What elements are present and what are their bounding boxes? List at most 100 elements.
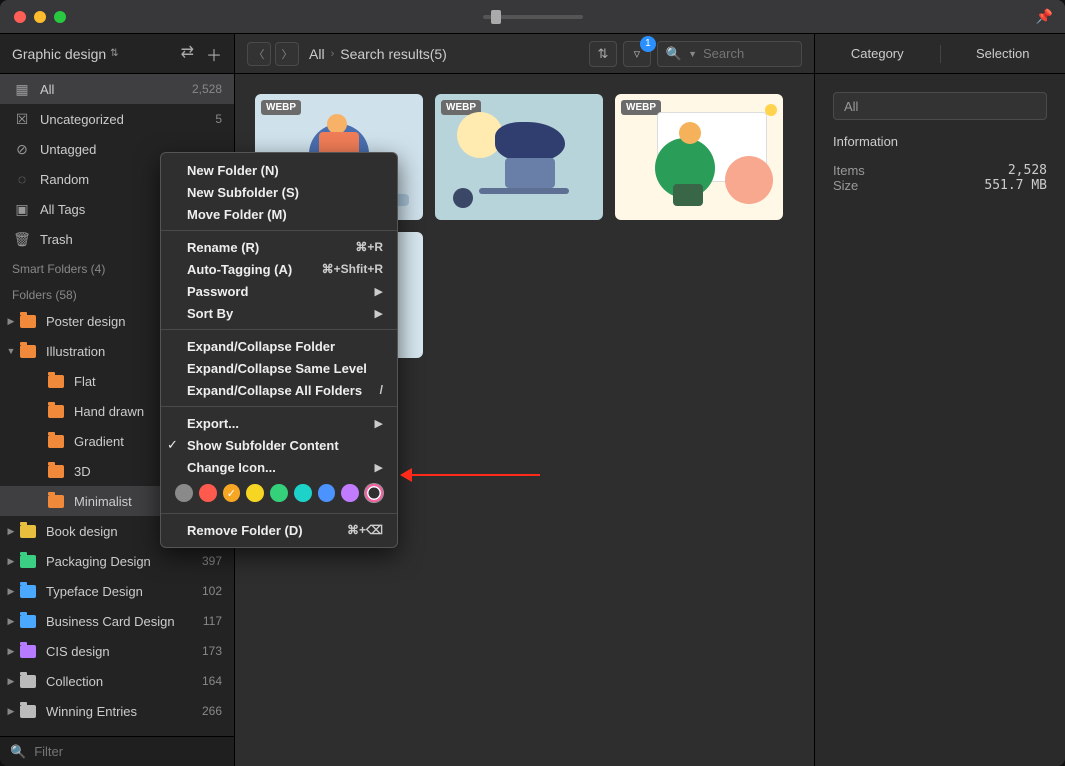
info-row-size: Size551.7 MB (833, 178, 1047, 193)
menu-shortcut: ⌘+⌫ (347, 523, 383, 537)
sidebar-filter-input[interactable] (34, 744, 224, 759)
color-swatch[interactable] (294, 484, 312, 502)
toolbar: 〈 〉 All › Search results(5) ⇅ ▿1 🔍 ▼ (235, 34, 814, 74)
details-filter-placeholder: All (844, 99, 858, 114)
color-swatch[interactable] (365, 484, 383, 502)
box-icon: ☒ (14, 111, 30, 127)
menu-item-expand-collapse-same-level[interactable]: Expand/Collapse Same Level (161, 357, 397, 379)
pin-icon[interactable]: 📌 (1036, 8, 1053, 25)
menu-item-show-subfolder-content[interactable]: ✓ Show Subfolder Content (161, 434, 397, 456)
folder-count: 117 (203, 614, 222, 628)
menu-item-password[interactable]: Password ▶ (161, 280, 397, 302)
menu-item-rename-r[interactable]: Rename (R)⌘+R (161, 236, 397, 258)
search-icon: 🔍 (10, 744, 26, 760)
disclosure-icon[interactable]: ▶ (6, 556, 16, 567)
menu-item-new-subfolder-s[interactable]: New Subfolder (S) (161, 181, 397, 203)
disclosure-icon[interactable]: ▶ (6, 316, 16, 327)
menu-item-auto-tagging-a[interactable]: Auto-Tagging (A)⌘+Shfit+R (161, 258, 397, 280)
menu-item-export[interactable]: Export...▶ (161, 412, 397, 434)
menu-item-remove-folder-d[interactable]: Remove Folder (D)⌘+⌫ (161, 519, 397, 541)
chevron-right-icon: › (331, 48, 335, 60)
add-icon[interactable]: ＋ (206, 42, 222, 66)
menu-item-expand-collapse-folder[interactable]: Expand/Collapse Folder (161, 335, 397, 357)
disclosure-icon[interactable]: ▶ (6, 646, 16, 657)
disclosure-icon[interactable]: ▶ (6, 706, 16, 717)
sidebar-item-label: Uncategorized (40, 112, 205, 127)
folder-icon (20, 705, 36, 718)
folder-cis-design[interactable]: ▶ CIS design 173 (0, 636, 234, 666)
chevron-right-icon: ▶ (375, 285, 383, 298)
check-icon: ✓ (167, 437, 179, 453)
folder-icon (48, 465, 64, 478)
traffic-lights (14, 11, 66, 23)
search-group[interactable]: 🔍 ▼ (657, 41, 802, 67)
folder-business-card-design[interactable]: ▶ Business Card Design 117 (0, 606, 234, 636)
color-swatch[interactable] (175, 484, 193, 502)
folder-collection[interactable]: ▶ Collection 164 (0, 666, 234, 696)
color-swatch[interactable] (246, 484, 264, 502)
minimize-window-button[interactable] (34, 11, 46, 23)
color-swatch[interactable] (199, 484, 217, 502)
folder-count: 164 (202, 674, 222, 688)
disclosure-icon[interactable]: ▶ (6, 526, 16, 537)
sidebar-filter[interactable]: 🔍 (0, 736, 234, 766)
menu-item-label: Expand/Collapse Same Level (187, 361, 383, 376)
color-swatch[interactable] (223, 484, 241, 502)
zoom-slider[interactable] (483, 15, 583, 19)
menu-item-change-icon[interactable]: Change Icon...▶ (161, 456, 397, 478)
folder-typeface-design[interactable]: ▶ Typeface Design 102 (0, 576, 234, 606)
grid-icon: ▦ (14, 81, 30, 97)
search-input[interactable] (703, 46, 793, 61)
folder-count: 102 (202, 584, 222, 598)
menu-item-label: New Subfolder (S) (187, 185, 383, 200)
menu-separator (161, 513, 397, 514)
tag-icon: ⊘ (14, 141, 30, 157)
filter-button[interactable]: ▿1 (623, 41, 651, 67)
sidebar-item-uncategorized[interactable]: ☒ Uncategorized 5 (0, 104, 234, 134)
tab-category[interactable]: Category (815, 46, 940, 61)
disclosure-icon[interactable]: ▶ (6, 586, 16, 597)
context-menu: New Folder (N) New Subfolder (S) Move Fold… (160, 152, 398, 548)
nav-back-button[interactable]: 〈 (247, 42, 271, 66)
tags-icon: ▣ (14, 201, 30, 217)
color-swatch[interactable] (318, 484, 336, 502)
menu-item-sort-by[interactable]: Sort By▶ (161, 302, 397, 324)
breadcrumb-root[interactable]: All (309, 46, 325, 62)
sidebar-item-all[interactable]: ▦ All 2,528 (0, 74, 234, 104)
zoom-slider-thumb[interactable] (491, 10, 501, 24)
menu-item-label: Password (187, 284, 367, 299)
thumbnail[interactable]: WEBP (435, 94, 603, 220)
nav-forward-button[interactable]: 〉 (275, 42, 299, 66)
menu-separator (161, 230, 397, 231)
close-window-button[interactable] (14, 11, 26, 23)
maximize-window-button[interactable] (54, 11, 66, 23)
menu-item-label: Expand/Collapse All Folders (187, 383, 372, 398)
disclosure-icon[interactable]: ▶ (6, 676, 16, 687)
sort-button[interactable]: ⇅ (589, 41, 617, 67)
info-key: Items (833, 163, 865, 178)
menu-item-move-folder-m[interactable]: Move Folder (M) (161, 203, 397, 225)
info-key: Size (833, 178, 858, 193)
library-switcher[interactable]: Graphic design ⇅ ⇄ ＋ (0, 34, 234, 74)
menu-item-label: Show Subfolder Content (187, 438, 383, 453)
breadcrumb: All › Search results(5) (309, 46, 579, 62)
disclosure-icon[interactable]: ▶ (6, 616, 16, 627)
folder-winning-entries[interactable]: ▶ Winning Entries 266 (0, 696, 234, 726)
menu-item-expand-collapse-all-folders[interactable]: Expand/Collapse All Folders/ (161, 379, 397, 401)
folder-icon (20, 675, 36, 688)
library-name: Graphic design (12, 46, 106, 62)
folder-icon (20, 615, 36, 628)
transfer-icon[interactable]: ⇄ (181, 42, 194, 66)
thumbnail[interactable]: WEBP (615, 94, 783, 220)
folder-icon (20, 345, 36, 358)
info-row-items: Items2,528 (833, 163, 1047, 178)
tab-selection[interactable]: Selection (941, 46, 1065, 61)
color-swatch[interactable] (270, 484, 288, 502)
disclosure-icon[interactable]: ▼ (6, 346, 16, 356)
menu-separator (161, 406, 397, 407)
folder-packaging-design[interactable]: ▶ Packaging Design 397 (0, 546, 234, 576)
color-swatch[interactable] (341, 484, 359, 502)
chevron-right-icon: ▶ (375, 417, 383, 430)
menu-item-new-folder-n[interactable]: New Folder (N) (161, 159, 397, 181)
details-filter[interactable]: All (833, 92, 1047, 120)
